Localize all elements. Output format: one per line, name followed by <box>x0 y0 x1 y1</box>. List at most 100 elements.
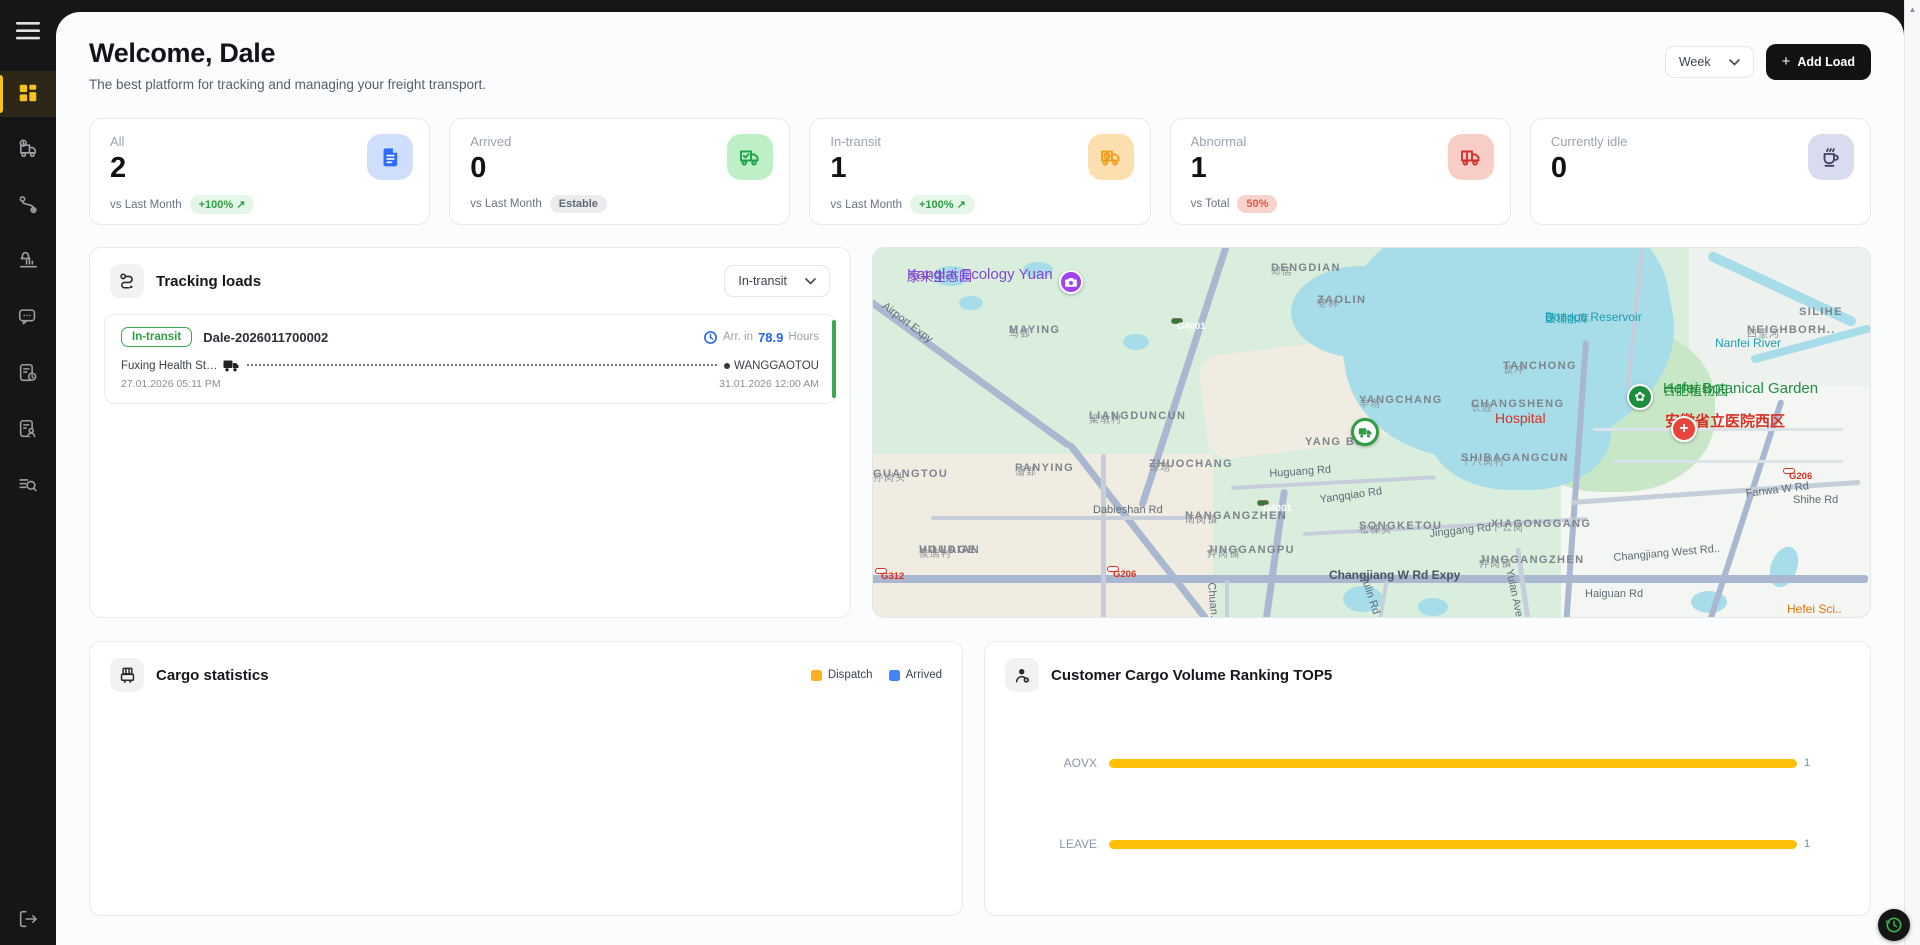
sidebar <box>0 0 56 945</box>
legend-swatch-arrived <box>889 670 900 681</box>
logout-icon[interactable] <box>0 907 56 931</box>
load-card[interactable]: In-transit Dale-2026011700002 Arr. in 78… <box>104 314 836 404</box>
app-root: Welcome, Dale The best platform for trac… <box>0 0 1920 945</box>
ranking-row: LEAVE 1 <box>985 837 1852 851</box>
sidebar-item-alerts[interactable] <box>0 239 56 285</box>
add-load-button[interactable]: + Add Load <box>1766 44 1871 80</box>
ranking-category: LEAVE <box>985 837 1097 851</box>
panel-title: Tracking loads <box>156 273 261 290</box>
map-pond <box>1418 598 1448 616</box>
status-badge: +100% ↗ <box>190 195 255 214</box>
map-marker-flower[interactable]: ✿ <box>1627 384 1653 410</box>
plus-icon: + <box>1782 57 1791 67</box>
clock-icon <box>703 330 718 345</box>
map-road <box>1225 580 1229 618</box>
map-label: G206 <box>1107 566 1119 572</box>
main-content: Welcome, Dale The best platform for trac… <box>56 12 1904 945</box>
load-origin: Fuxing Health Sta... <box>121 360 219 372</box>
status-badge: +100% ↗ <box>910 195 975 214</box>
ranking-chart: AOVX1 LEAVE 1 <box>985 642 1870 915</box>
cargo-statistics-panel: Cargo statistics Dispatch Arrived <box>89 641 963 916</box>
load-status-badge: In-transit <box>121 327 192 347</box>
map-label: G4001 <box>1171 318 1183 324</box>
page-title: Welcome, Dale <box>89 38 486 69</box>
map-label: G4001 <box>1257 500 1269 506</box>
cargo-chart-area <box>106 698 946 903</box>
tracking-route-icon <box>110 264 144 298</box>
truck-alert-icon <box>1448 134 1494 180</box>
page-header: Welcome, Dale The best platform for trac… <box>89 38 1871 92</box>
truck-clock-icon <box>1088 134 1134 180</box>
stat-card-idle[interactable]: Currently idle 0 <box>1530 118 1871 225</box>
chart-legend: Dispatch Arrived <box>811 669 942 681</box>
status-badge: Estable <box>550 195 607 213</box>
ranking-value: 1 <box>1804 838 1810 850</box>
map-road <box>1231 475 1436 490</box>
document-person-icon <box>17 418 39 443</box>
tracking-filter-select[interactable]: In-transit <box>724 265 830 297</box>
map-road <box>931 516 1186 520</box>
ranking-category: AOVX <box>985 756 1097 770</box>
ranking-row: AOVX1 <box>985 756 1852 770</box>
stat-card-in-transit[interactable]: In-transit 1 vs Last Month+100% ↗ <box>809 118 1150 225</box>
ranking-bar <box>1109 840 1797 849</box>
history-clock-icon <box>1884 914 1904 936</box>
map-pond <box>1123 334 1149 350</box>
map-reservoir <box>1291 266 1433 358</box>
sidebar-item-routes[interactable] <box>0 183 56 229</box>
chevron-down-icon <box>1729 59 1740 66</box>
map-road <box>1101 454 1106 618</box>
map-marker-truck[interactable] <box>1351 418 1379 446</box>
load-eta: Arr. in 78.9 Hours <box>703 330 819 345</box>
stat-card-abnormal[interactable]: Abnormal 1 vs Total50% <box>1170 118 1511 225</box>
map-label: G312 <box>875 568 887 574</box>
load-depart-time: 27.01.2026 05:11 PM <box>121 378 221 390</box>
load-id: Dale-2026011700002 <box>203 330 328 345</box>
bottom-row: Cargo statistics Dispatch Arrived Custom… <box>89 641 1871 916</box>
document-clock-icon <box>17 362 39 387</box>
vertical-scrollbar[interactable]: ▲ <box>1904 0 1920 945</box>
stats-row: All 2 vs Last Month+100% ↗ Arrived 0 vs … <box>89 118 1871 225</box>
route-icon <box>17 194 39 219</box>
history-restore-button[interactable] <box>1878 909 1910 941</box>
cargo-truck-icon <box>110 658 144 692</box>
map-marker-cross[interactable]: + <box>1671 416 1697 442</box>
map[interactable]: Kanglai Ecology Yuan康来生态园DENGDIAN邓店ZAOLI… <box>872 247 1871 618</box>
alerts-chart-icon <box>17 249 40 275</box>
truck-icon <box>223 359 240 372</box>
sidebar-item-audit[interactable] <box>0 463 56 509</box>
scroll-up-arrow[interactable]: ▲ <box>1905 5 1920 14</box>
chat-icon <box>17 306 39 331</box>
truck-clock-icon <box>17 137 40 163</box>
menu-icon[interactable] <box>11 16 45 49</box>
document-icon <box>367 134 413 180</box>
tracking-loads-panel: Tracking loads In-transit In-transit Dal… <box>89 247 851 618</box>
stat-card-all[interactable]: All 2 vs Last Month+100% ↗ <box>89 118 430 225</box>
legend-swatch-dispatch <box>811 670 822 681</box>
panel-title: Cargo statistics <box>156 667 269 684</box>
map-marker-camera[interactable] <box>1059 270 1083 294</box>
sidebar-item-dashboard[interactable] <box>0 71 56 117</box>
middle-row: Tracking loads In-transit In-transit Dal… <box>89 247 1871 618</box>
truck-check-icon <box>727 134 773 180</box>
dashboard-icon <box>17 82 39 107</box>
sidebar-item-customers[interactable] <box>0 407 56 453</box>
chevron-down-icon <box>805 278 816 285</box>
period-value: Week <box>1679 55 1711 69</box>
route-dotted-line <box>247 364 717 366</box>
map-pond <box>959 296 983 310</box>
load-arrive-time: 31.01.2026 12:00 AM <box>719 378 819 390</box>
status-badge: 50% <box>1237 195 1277 213</box>
stat-card-arrived[interactable]: Arrived 0 vs Last MonthEstable <box>449 118 790 225</box>
page-subtitle: The best platform for tracking and manag… <box>89 77 486 92</box>
map-road <box>1613 460 1843 463</box>
coffee-cup-icon <box>1808 134 1854 180</box>
load-destination: WANGGAOTOU <box>734 360 819 372</box>
map-label: G206 <box>1783 468 1795 474</box>
sidebar-item-loads[interactable] <box>0 127 56 173</box>
sidebar-item-messages[interactable] <box>0 295 56 341</box>
list-search-icon <box>17 474 39 499</box>
ranking-bar <box>1109 759 1797 768</box>
period-select[interactable]: Week <box>1665 46 1754 78</box>
sidebar-item-orders[interactable] <box>0 351 56 397</box>
